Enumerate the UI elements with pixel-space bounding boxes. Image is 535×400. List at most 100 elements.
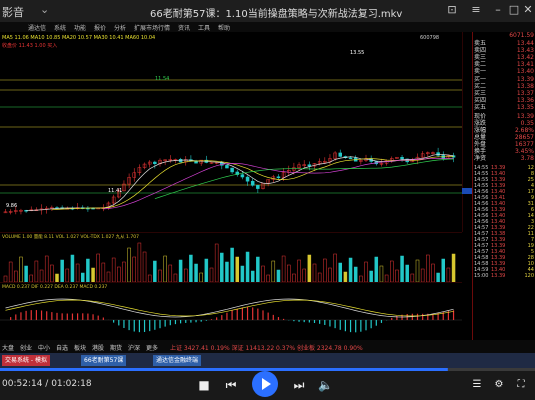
menu-item[interactable]: 报价: [94, 23, 106, 32]
stat-label: 外盘: [474, 141, 487, 148]
play-button[interactable]: [252, 371, 278, 397]
bid-row: 买三 13.37: [473, 90, 535, 97]
stat-value: 2.68%: [514, 127, 534, 134]
stock-statusbar: 大盘 创业 中小 自选 板块 港股 期货 沪深 更多 上证 3427.41 0.19% 深证 11…: [0, 340, 535, 353]
taskbar-item[interactable]: 通达信金融终端: [153, 355, 202, 366]
bottom-tab[interactable]: 更多: [146, 343, 158, 352]
macd-chart: MACD 0.237 DIF 0.227 DEA 0.237 MACD 0.23…: [0, 282, 462, 340]
stat-value: 13.39: [516, 113, 534, 120]
maximize-icon[interactable]: □: [508, 4, 520, 16]
volume-bar: [436, 272, 440, 282]
ask-price: 13.40: [516, 68, 534, 75]
stat-row: 涨跌 0.35: [473, 120, 535, 127]
candle-body: [225, 165, 229, 169]
bid-label: 买二: [474, 83, 487, 90]
stat-label: 涨幅: [474, 127, 487, 134]
menu-item[interactable]: 分析: [114, 23, 126, 32]
taskbar-item[interactable]: 66老耐第57课: [81, 355, 127, 366]
ask-row: 卖二 13.41: [473, 61, 535, 68]
stat-row: 现价 13.39: [473, 113, 535, 120]
current-price-marker: [462, 188, 472, 194]
volume-bar: [256, 256, 260, 282]
menu-item[interactable]: 工具: [198, 23, 210, 32]
candle-body: [400, 156, 404, 160]
candle-body: [338, 152, 342, 157]
volume-bar: [307, 254, 312, 282]
stat-value: 3.45%: [514, 148, 534, 155]
volume-bar: [81, 272, 85, 282]
stat-value: 28657: [514, 134, 534, 141]
ask-row: 卖三 13.42: [473, 54, 535, 61]
minimize-icon[interactable]: –: [492, 4, 504, 16]
bottom-tab[interactable]: 自选: [56, 343, 68, 352]
menu-item[interactable]: 资讯: [178, 23, 190, 32]
stock-menubar: 通达信 系统 功能 报价 分析 扩展市场行情 资讯 工具 帮助: [0, 22, 535, 32]
tick-time: 15:00: [474, 273, 489, 279]
settings-icon[interactable]: ⚙: [492, 378, 506, 392]
volume-bar: [86, 258, 90, 282]
bid-price: 13.35: [516, 104, 534, 111]
next-icon[interactable]: ⏭: [292, 378, 306, 392]
volume-bar: [230, 247, 234, 282]
ask-price: 13.42: [516, 54, 534, 61]
ask-label: 卖五: [474, 40, 487, 47]
bottom-tab[interactable]: 中小: [38, 343, 50, 352]
bottom-tab[interactable]: 沪深: [128, 343, 140, 352]
menu-icon[interactable]: ≡: [470, 4, 482, 16]
close-icon[interactable]: ✕: [522, 4, 534, 16]
volume-bar: [451, 253, 456, 282]
bottom-tab[interactable]: 大盘: [2, 343, 14, 352]
volume-bar: [189, 254, 193, 282]
signal-legend: 收盘价 11.43 1.00 买入: [2, 42, 57, 49]
video-frame-stock-terminal[interactable]: 通达信 系统 功能 报价 分析 扩展市场行情 资讯 工具 帮助 MA5 11.06 MA10 1…: [0, 22, 535, 340]
bottom-tab[interactable]: 创业: [20, 343, 32, 352]
volume-icon[interactable]: 🔈: [318, 378, 333, 392]
volume-bar: [374, 256, 379, 282]
volume-bar: [369, 270, 373, 282]
stat-value: 3.78: [520, 155, 534, 162]
stat-row: 总量 28657: [473, 134, 535, 141]
candle-body: [245, 176, 250, 182]
candle-body: [348, 157, 353, 159]
menu-item[interactable]: 帮助: [218, 23, 230, 32]
volume-bar: [338, 262, 342, 282]
fullscreen-icon[interactable]: ⛶: [514, 378, 528, 392]
bottom-tab[interactable]: 板块: [74, 343, 86, 352]
stat-label: 现价: [474, 113, 487, 120]
quote-header-value: 6071.59: [509, 32, 534, 39]
candlestick-chart: MA5 11.06 MA10 10.85 MA20 10.57 MA30 10.…: [0, 32, 462, 232]
macd-bg: [0, 282, 462, 340]
volume-bar: [194, 263, 198, 282]
volume-bar: [441, 258, 445, 282]
pin-icon[interactable]: ⊡: [446, 4, 458, 16]
bottom-tab[interactable]: 期货: [110, 343, 122, 352]
bid-row: 买二 13.38: [473, 83, 535, 90]
stop-icon[interactable]: ■: [198, 378, 210, 392]
chevron-down-icon[interactable]: ⌄: [40, 3, 49, 16]
bottom-tab[interactable]: 港股: [92, 343, 104, 352]
price-marker: 11.54: [155, 76, 169, 82]
volume-bar: [153, 260, 157, 282]
taskbar-item[interactable]: 交易系统 - 模拟: [2, 355, 50, 366]
stat-value: 0.35: [520, 120, 534, 127]
previous-icon[interactable]: ⏮: [224, 378, 238, 392]
player-controls: 00:52:14 / 01:02:18 ■ ⏮ ⏭ 🔈 ☰ ⚙ ⛶: [0, 368, 535, 400]
taskbar: 交易系统 - 模拟 66老耐第57课 通达信金融终端: [0, 353, 535, 368]
playlist-icon[interactable]: ☰: [470, 378, 484, 392]
menu-item[interactable]: 通达信: [28, 23, 46, 32]
stat-row: 涨幅 2.68%: [473, 127, 535, 134]
menu-item[interactable]: 扩展市场行情: [134, 23, 170, 32]
menu-item[interactable]: 系统: [54, 23, 66, 32]
volume-bar: [220, 252, 224, 282]
volume-bar: [400, 255, 404, 282]
ask-price: 13.41: [516, 61, 534, 68]
menu-item[interactable]: 功能: [74, 23, 86, 32]
candle-body: [250, 180, 255, 186]
app-name: 影音: [2, 6, 24, 19]
stat-value: 16377: [514, 141, 534, 148]
candle-body: [178, 158, 183, 163]
vol-legend: VOLUME 1.00 量能 8.11 VOL 1.027 VOL-TDX 1.…: [2, 233, 139, 240]
play-icon: [262, 378, 271, 390]
volume-chart: VOLUME 1.00 量能 8.11 VOL 1.027 VOL-TDX 1.…: [0, 232, 462, 282]
price-axis: [462, 32, 472, 232]
